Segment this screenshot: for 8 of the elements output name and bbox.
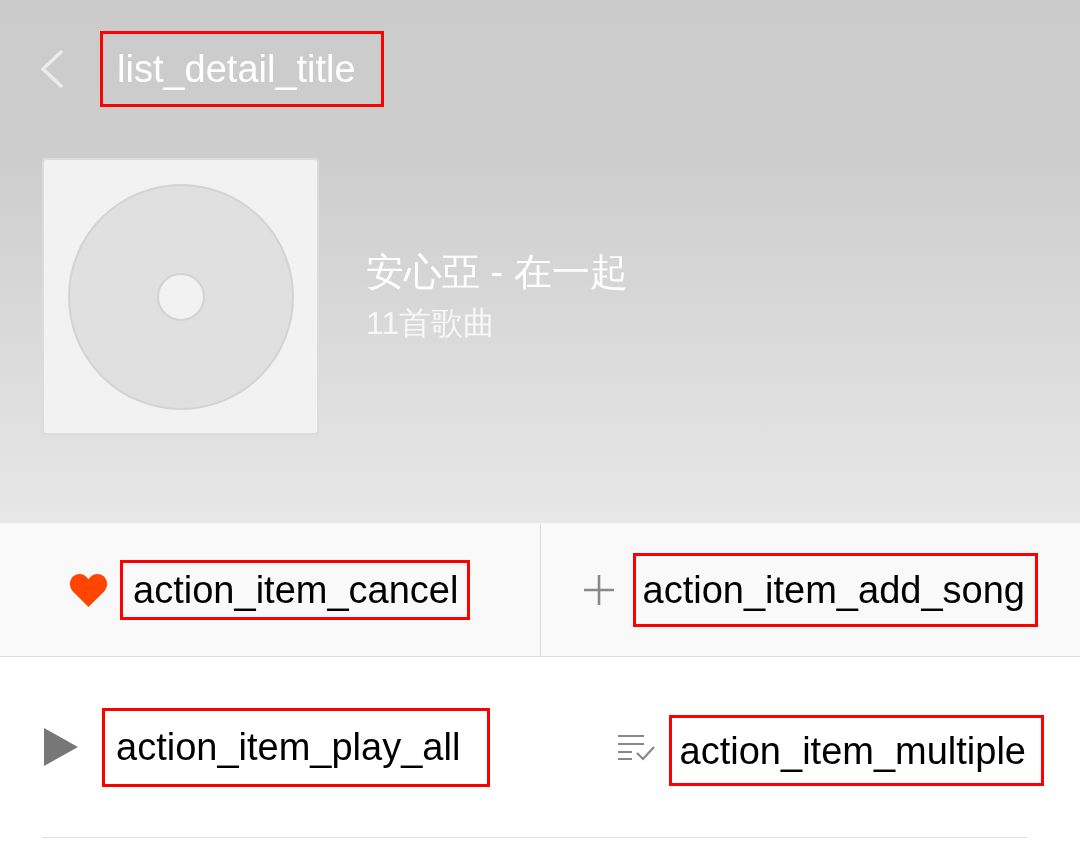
- checklist-icon[interactable]: [616, 733, 655, 761]
- action-label[interactable]: action_item_add_song: [632, 552, 1038, 627]
- action-label[interactable]: action_item_play_all: [102, 707, 491, 787]
- play-icon[interactable]: [44, 728, 78, 766]
- plus-icon[interactable]: [582, 573, 615, 606]
- action-label[interactable]: action_item_cancel: [120, 559, 471, 620]
- action-label[interactable]: action_item_multiple: [668, 714, 1044, 786]
- heart-icon[interactable]: [69, 572, 109, 607]
